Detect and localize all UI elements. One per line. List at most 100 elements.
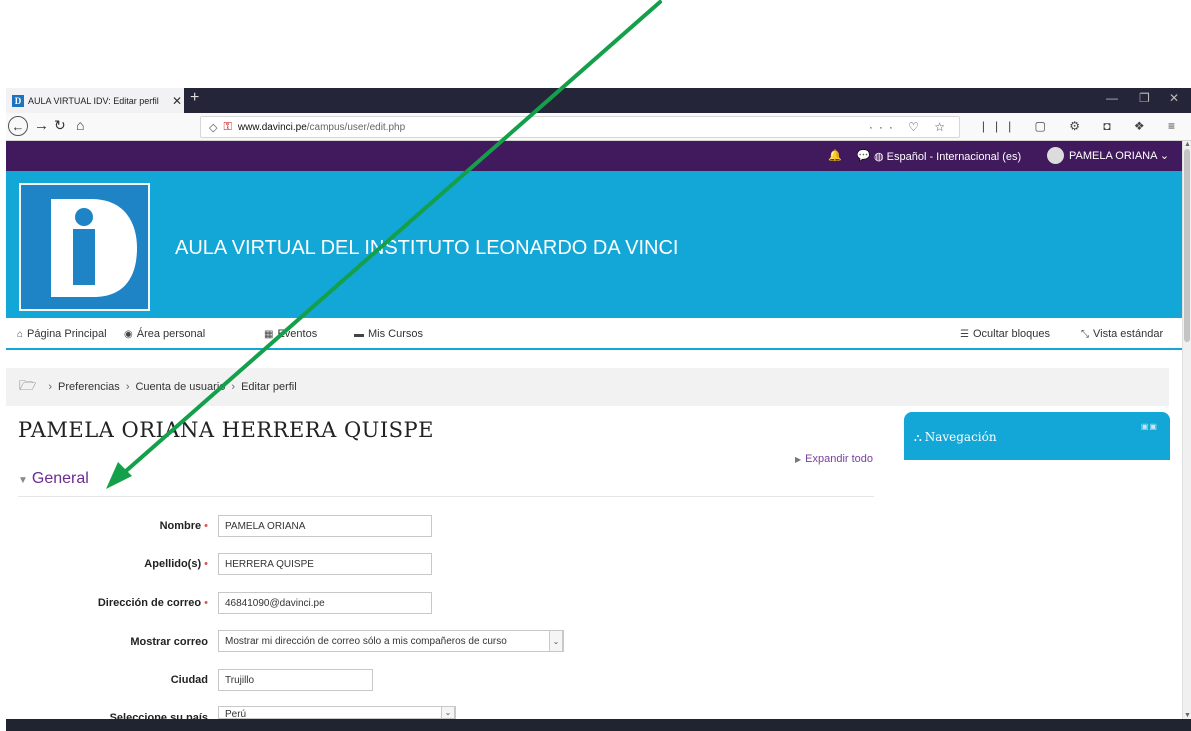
scrollbar-thumb[interactable] (1184, 149, 1190, 342)
avatar[interactable] (1047, 147, 1064, 164)
browser-tab-bar: D AULA VIRTUAL IDV: Editar perfil ✕ + — … (6, 88, 1191, 113)
back-arrow-icon[interactable]: ← (8, 116, 28, 136)
city-field[interactable] (218, 669, 373, 691)
hide-blocks-button[interactable]: ☰ Ocultar bloques (960, 328, 1050, 340)
show-email-select[interactable]: Mostrar mi dirección de correo sólo a mi… (218, 630, 564, 652)
nav-item-home[interactable]: ⌂ Página Principal (17, 328, 107, 340)
course-nav: ⌂ Página Principal ◉ Área personal ▦ Evento… (6, 318, 1182, 350)
apellido-label-text: Apellido(s) (144, 558, 202, 570)
tab-title: AULA VIRTUAL IDV: Editar perfil (28, 95, 159, 106)
ciudad-label: Ciudad (170, 674, 208, 686)
insecure-lock-icon: ⚿ (223, 120, 232, 133)
url-path: /campus/user/edit.php (306, 121, 406, 133)
url-domain: www.davinci.pe (237, 121, 307, 133)
breadcrumb-preferences[interactable]: Preferencias (58, 381, 120, 393)
scroll-down-icon[interactable]: ▼ (1184, 712, 1191, 719)
form-row-apellido: Apellido(s) • (18, 552, 208, 576)
nombre-field[interactable] (218, 515, 432, 537)
window-close-icon[interactable]: ✕ (1169, 91, 1179, 105)
page-title: PAMELA ORIANA HERRERA QUISPE (18, 418, 434, 442)
breadcrumb-user-account[interactable]: Cuenta de usuario (135, 381, 225, 393)
nav-item-label: Página Principal (27, 328, 107, 340)
form-row-nombre: Nombre • (18, 514, 208, 538)
browser-nav-bar: ← → ↻ ⌂ ◇ ⚿ www.davinci.pe/campus/user/e… (6, 113, 1191, 141)
url-actions-icons[interactable]: ··· ♡ ☆ (869, 120, 951, 134)
nav-item-events[interactable]: ▦ Eventos (264, 328, 317, 340)
language-menu[interactable]: ◍ Español - Internacional (es) (874, 150, 1021, 163)
browser-tab[interactable]: D AULA VIRTUAL IDV: Editar perfil ✕ (6, 88, 184, 113)
correo-label-text: Dirección de correo (97, 597, 202, 609)
reload-icon[interactable]: ↻ (54, 117, 66, 134)
breadcrumb-separator: › (231, 381, 236, 393)
outdent-icon: ☰ (960, 329, 969, 340)
compress-icon: ⤡ (1081, 329, 1089, 340)
browser-toolbar-icons[interactable]: ||| ▢ ⚙ ◘ ❖ ≡ (982, 119, 1185, 133)
breadcrumb-separator: › (125, 381, 130, 393)
form-row-mostrar: Mostrar correo (18, 630, 208, 654)
shield-icon: ◇ (209, 121, 218, 134)
breadcrumb-edit-profile: Editar perfil (241, 381, 297, 393)
navigation-title-text: Navegación (924, 430, 997, 444)
sitemap-icon: ⛬ (914, 431, 922, 444)
section-general-toggle[interactable]: ▼ General (18, 470, 89, 488)
site-banner: AULA VIRTUAL DEL INSTITUTO LEONARDO DA V… (6, 171, 1182, 318)
nav-item-my-courses[interactable]: ▬ Mis Cursos (354, 328, 423, 340)
institute-logo[interactable] (19, 183, 150, 311)
screenshot-stage: D AULA VIRTUAL IDV: Editar perfil ✕ + — … (0, 0, 1191, 731)
folder-icon[interactable]: 🗁 (19, 375, 36, 399)
country-select[interactable]: Perú ⌄ (218, 706, 456, 719)
os-taskbar (6, 719, 1191, 731)
nav-item-label: Mis Cursos (368, 328, 424, 340)
home-icon: ⌂ (17, 329, 24, 340)
language-label: Español - Internacional (es) (886, 151, 1022, 163)
expand-all-link[interactable]: ▶ Expandir todo (795, 453, 873, 465)
favicon-icon: D (12, 94, 24, 107)
mostrar-label: Mostrar correo (130, 636, 208, 648)
apellido-field[interactable] (218, 553, 432, 575)
caret-right-icon: ▶ (795, 455, 802, 464)
form-row-ciudad: Ciudad (18, 668, 208, 692)
dashboard-icon: ◉ (124, 329, 133, 340)
restore-icon[interactable]: ❐ (1139, 91, 1150, 105)
required-icon: • (204, 558, 208, 570)
standard-view-label: Vista estándar (1093, 328, 1164, 340)
email-field[interactable] (218, 592, 432, 614)
close-tab-icon[interactable]: ✕ (170, 94, 184, 108)
nav-item-label: Eventos (277, 328, 318, 340)
nombre-label: Nombre • (160, 520, 208, 532)
scroll-up-icon[interactable]: ▲ (1184, 141, 1191, 148)
notification-message-icons[interactable]: 🔔 💬 (828, 149, 876, 162)
standard-view-button[interactable]: ⤡ Vista estándar (1081, 328, 1163, 340)
banner-title: AULA VIRTUAL DEL INSTITUTO LEONARDO DA V… (175, 237, 679, 259)
correo-label: Dirección de correo • (98, 597, 208, 609)
section-divider (18, 496, 874, 497)
required-icon: • (204, 520, 208, 532)
form-row-correo: Dirección de correo • (18, 591, 208, 615)
section-title: General (31, 470, 89, 487)
nombre-label-text: Nombre (159, 520, 202, 532)
briefcase-icon: ▬ (354, 329, 364, 340)
navigation-block-title[interactable]: ⛬ Navegación (914, 430, 997, 445)
forward-arrow-icon[interactable]: → (34, 117, 49, 134)
chevron-down-icon: ⌄ (549, 630, 563, 652)
new-tab-button[interactable]: + (190, 89, 199, 107)
page-scrollbar[interactable]: ▲ ▼ (1182, 141, 1191, 719)
nav-item-label: Área personal (136, 328, 206, 340)
calendar-icon: ▦ (264, 329, 274, 340)
required-icon: • (204, 597, 208, 609)
url-bar[interactable]: ◇ ⚿ www.davinci.pe/campus/user/edit.php … (200, 116, 960, 138)
breadcrumb: 🗁 › Preferencias › Cuenta de usuario › E… (6, 368, 1169, 406)
block-controls-icon[interactable]: ▣▣ (1141, 422, 1158, 431)
show-email-value: Mostrar mi dirección de correo sólo a mi… (225, 636, 507, 647)
caret-down-icon: ▼ (18, 475, 28, 486)
minimize-icon[interactable]: — (1106, 91, 1118, 105)
expand-all-label: Expandir todo (805, 453, 874, 465)
user-menu[interactable]: PAMELA ORIANA ⌄ (1069, 149, 1169, 162)
nav-item-dashboard[interactable]: ◉ Área personal (124, 328, 205, 340)
navigation-block: ⛬ Navegación ▣▣ (904, 412, 1170, 460)
breadcrumb-separator: › (48, 381, 53, 393)
site-top-bar: 🔔 💬 ◍ Español - Internacional (es) PAMEL… (6, 141, 1182, 171)
country-value: Perú (225, 709, 247, 719)
apellido-label: Apellido(s) • (144, 558, 208, 570)
home-icon[interactable]: ⌂ (76, 117, 84, 133)
